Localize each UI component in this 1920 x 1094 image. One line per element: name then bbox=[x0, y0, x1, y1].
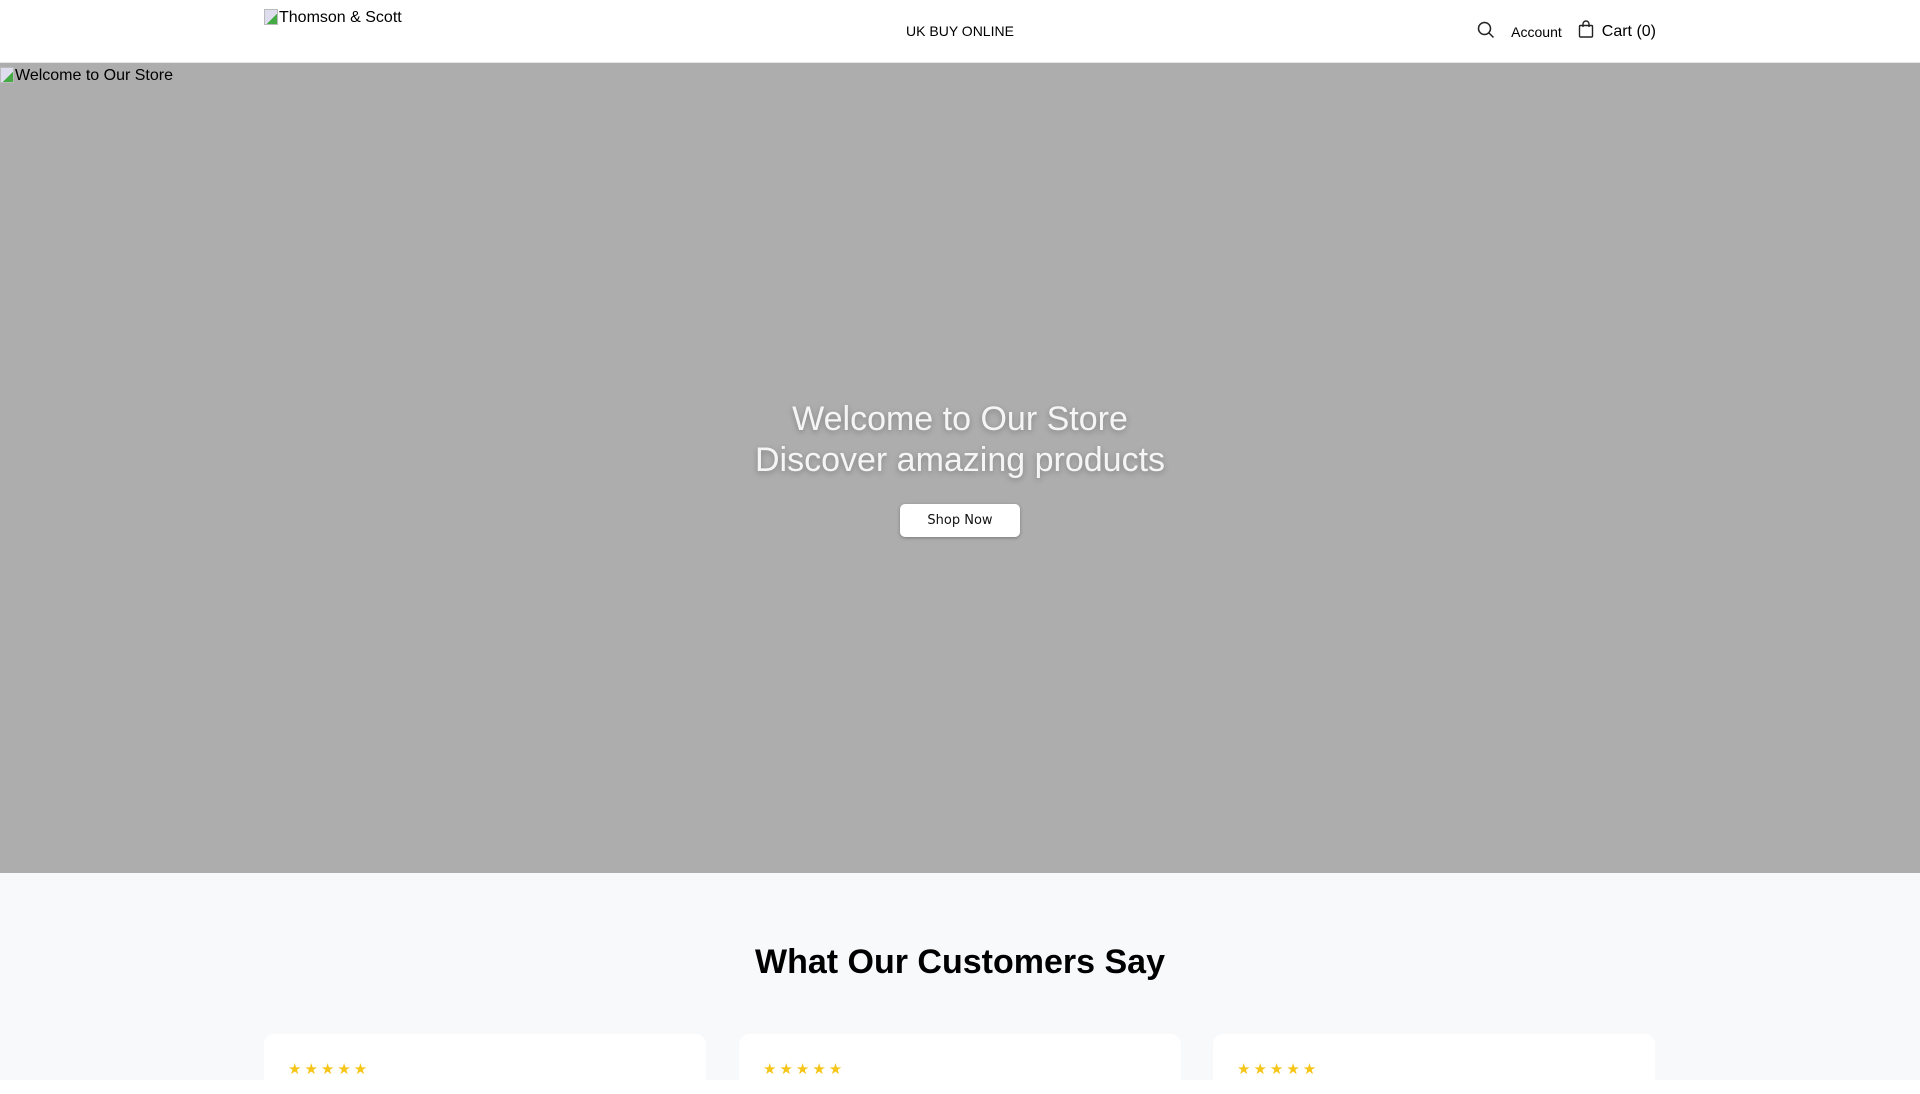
account-link[interactable]: Account bbox=[1511, 24, 1562, 40]
shop-now-button[interactable]: Shop Now bbox=[900, 504, 1020, 537]
star-rating: ★★★★★ bbox=[288, 1061, 371, 1078]
hero-title: Welcome to Our Store bbox=[792, 400, 1128, 438]
site-header: Thomson & Scott UK BUY ONLINE Account Ca… bbox=[0, 0, 1920, 63]
broken-image-icon bbox=[0, 67, 14, 83]
star-rating: ★★★★★ bbox=[763, 1061, 846, 1078]
hero-image-alt: Welcome to Our Store bbox=[15, 67, 173, 84]
bag-icon bbox=[1578, 20, 1594, 43]
hero-subtitle: Discover amazing products bbox=[754, 441, 1166, 479]
review-card: ★★★★★ bbox=[739, 1034, 1181, 1094]
search-icon[interactable] bbox=[1477, 21, 1495, 42]
reviews-title: What Our Customers Say bbox=[755, 943, 1165, 981]
hero-image: Welcome to Our Store bbox=[0, 67, 173, 85]
cart-link[interactable]: Cart (0) bbox=[1578, 20, 1656, 43]
review-card: ★★★★★ bbox=[1213, 1034, 1655, 1094]
reviews-section: What Our Customers Say ★★★★★ ★★★★★ ★★★★★ bbox=[0, 873, 1920, 1094]
star-rating: ★★★★★ bbox=[1237, 1061, 1320, 1078]
hero-banner: Welcome to Our Store Welcome to Our Stor… bbox=[0, 63, 1920, 873]
nav-uk-buy-online[interactable]: UK BUY ONLINE bbox=[906, 23, 1014, 39]
cart-label: Cart (0) bbox=[1601, 22, 1656, 40]
review-card: ★★★★★ bbox=[264, 1034, 706, 1094]
